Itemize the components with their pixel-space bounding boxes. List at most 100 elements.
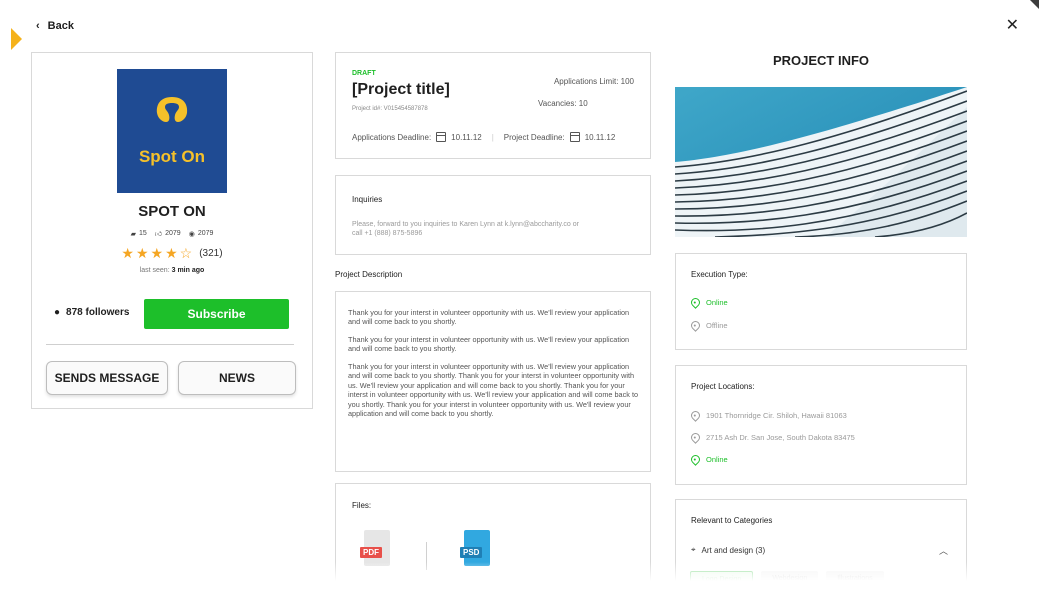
description-text: Thank you for your interst in volunteer … bbox=[348, 308, 642, 427]
location-pin-icon bbox=[689, 296, 702, 309]
eye-icon: ◉ bbox=[188, 230, 195, 238]
project-locations-heading: Project Locations: bbox=[691, 382, 755, 391]
star-icon: ★ bbox=[121, 245, 134, 261]
project-info-title: PROJECT INFO bbox=[772, 53, 870, 68]
location-item: 2715 Ash Dr. San Jose, South Dakota 8347… bbox=[689, 431, 855, 444]
execution-type-card: Execution Type: Online Offline bbox=[675, 253, 967, 350]
applications-deadline-value: 10.11.12 bbox=[451, 132, 482, 142]
location-item: Online bbox=[689, 453, 728, 466]
tag-illustrations[interactable]: Illustrations bbox=[826, 571, 884, 588]
views-count: 2079 bbox=[197, 230, 214, 237]
divider bbox=[46, 344, 294, 345]
description-paragraph: Thank you for your interst in volunteer … bbox=[348, 308, 630, 327]
deadlines: Applications Deadline: 10.11.12 | Projec… bbox=[352, 132, 615, 142]
likes-count: 2079 bbox=[165, 230, 181, 237]
followers: ● 878 followers bbox=[54, 307, 129, 318]
last-seen: last seen: 3 min ago bbox=[32, 267, 312, 274]
inquiries-card: Inquiries Please, forward to you inquiri… bbox=[335, 175, 651, 255]
organization-logo: Spot On bbox=[117, 69, 227, 193]
rating-count: (321) bbox=[199, 247, 223, 259]
separator: | bbox=[491, 132, 494, 142]
chevron-left-icon: ‹ bbox=[36, 20, 40, 32]
tag-logo-design[interactable]: Logo Design bbox=[690, 571, 754, 588]
close-icon[interactable]: ✕ bbox=[1006, 18, 1019, 34]
organization-card: Spot On SPOT ON ▰ 15 👍︎ 2079 ◉ 2079 ★ ★ ★ ★… bbox=[31, 52, 313, 409]
likes-stat: 👍︎ 2079 bbox=[155, 229, 181, 238]
execution-offline: Offline bbox=[689, 319, 728, 332]
inquiries-text: Please, forward to you inquiries to Kare… bbox=[352, 221, 579, 238]
project-deadline-label: Project Deadline: bbox=[503, 132, 565, 142]
location-label: 2715 Ash Dr. San Jose, South Dakota 8347… bbox=[706, 433, 855, 442]
status-badge: DRAFT bbox=[352, 70, 376, 77]
execution-online-label: Online bbox=[706, 298, 728, 307]
inquiries-heading: Inquiries bbox=[352, 195, 383, 204]
applications-limit: Applications Limit: 100 bbox=[553, 77, 634, 86]
description-paragraph: Thank you for your interst in volunteer … bbox=[348, 334, 630, 354]
projects-stat: ▰ 15 bbox=[131, 229, 147, 238]
execution-type-heading: Execution Type: bbox=[691, 270, 748, 279]
description-paragraph: Thank you for your interst in volunteer … bbox=[348, 361, 639, 419]
vacancies: Vacancies: 10 bbox=[538, 99, 588, 108]
project-header-card: DRAFT [Project title] Project id#: V0154… bbox=[335, 52, 651, 159]
location-pin-icon bbox=[689, 319, 702, 332]
project-id: Project id#: V015454587878 bbox=[352, 106, 428, 112]
logo-mark-icon bbox=[156, 97, 188, 122]
star-icon: ★ bbox=[135, 245, 149, 261]
project-title: [Project title] bbox=[352, 81, 450, 98]
rating: ★ ★ ★ ★ ☆ (321) bbox=[32, 246, 312, 260]
window-corner bbox=[1030, 0, 1039, 9]
category-label: Art and design (3) bbox=[701, 545, 766, 555]
briefcase-icon: ▰ bbox=[130, 230, 136, 238]
file-type-label: PSD bbox=[460, 547, 483, 558]
tag-webdesign[interactable]: Webdesign bbox=[761, 571, 819, 588]
location-pin-icon bbox=[689, 453, 702, 466]
user-icon: ● bbox=[54, 307, 61, 318]
views-stat: ◉ 2079 bbox=[189, 229, 214, 238]
location-label: 1901 Thornridge Cir. Shiloh, Hawaii 8106… bbox=[706, 411, 847, 420]
tour-marker-icon bbox=[11, 28, 22, 50]
project-deadline-value: 10.11.12 bbox=[584, 132, 616, 142]
send-message-button[interactable]: SENDS MESSAGE bbox=[46, 361, 168, 395]
logo-text: Spot On bbox=[138, 147, 206, 166]
last-seen-value: 3 min ago bbox=[171, 267, 205, 274]
description-card: Thank you for your interst in volunteer … bbox=[335, 291, 651, 472]
architecture-image bbox=[675, 87, 967, 237]
pdf-file-icon[interactable]: PDF bbox=[360, 530, 392, 566]
location-item: 1901 Thornridge Cir. Shiloh, Hawaii 8106… bbox=[689, 409, 847, 422]
calendar-icon bbox=[569, 132, 580, 142]
execution-offline-label: Offline bbox=[706, 321, 728, 330]
category-toggle[interactable]: ⌖ Art and design (3) bbox=[691, 545, 765, 555]
psd-file-icon[interactable]: PSD bbox=[460, 530, 492, 566]
organization-stats: ▰ 15 👍︎ 2079 ◉ 2079 bbox=[32, 229, 312, 238]
file-type-label: PDF bbox=[360, 547, 382, 558]
subscribe-button[interactable]: Subscribe bbox=[144, 299, 289, 329]
back-button[interactable]: ‹ Back bbox=[36, 20, 74, 32]
project-locations-card: Project Locations: 1901 Thornridge Cir. … bbox=[675, 365, 967, 485]
location-pin-icon bbox=[689, 431, 702, 444]
category-tags: Logo Design Webdesign Illustrations bbox=[690, 571, 884, 588]
description-label: Project Description bbox=[335, 270, 403, 279]
divider bbox=[426, 542, 427, 570]
project-banner-image bbox=[675, 87, 967, 237]
categories-heading: Relevant to Categories bbox=[691, 516, 773, 525]
brush-icon: ⌖ bbox=[691, 545, 696, 554]
chevron-up-icon[interactable]: ︿ bbox=[939, 544, 948, 557]
thumbs-up-icon: 👍︎ bbox=[154, 231, 163, 238]
location-label: Online bbox=[706, 455, 728, 464]
followers-count: 878 followers bbox=[66, 307, 130, 318]
back-label: Back bbox=[47, 20, 74, 32]
star-icon: ★ bbox=[165, 245, 178, 261]
projects-count: 15 bbox=[139, 230, 147, 237]
news-button[interactable]: NEWS bbox=[178, 361, 296, 395]
applications-deadline-label: Applications Deadline: bbox=[352, 132, 432, 142]
location-pin-icon bbox=[689, 409, 702, 422]
star-icon: ★ bbox=[150, 245, 164, 261]
execution-online: Online bbox=[689, 296, 728, 309]
files-heading: Files: bbox=[352, 501, 372, 510]
categories-card: Relevant to Categories ⌖ Art and design … bbox=[675, 499, 967, 589]
organization-name: SPOT ON bbox=[138, 203, 206, 220]
star-half-icon: ☆ bbox=[179, 245, 193, 261]
calendar-icon bbox=[436, 132, 447, 142]
files-card: Files: PDF PSD bbox=[335, 483, 651, 589]
last-seen-label: last seen: bbox=[139, 267, 170, 274]
